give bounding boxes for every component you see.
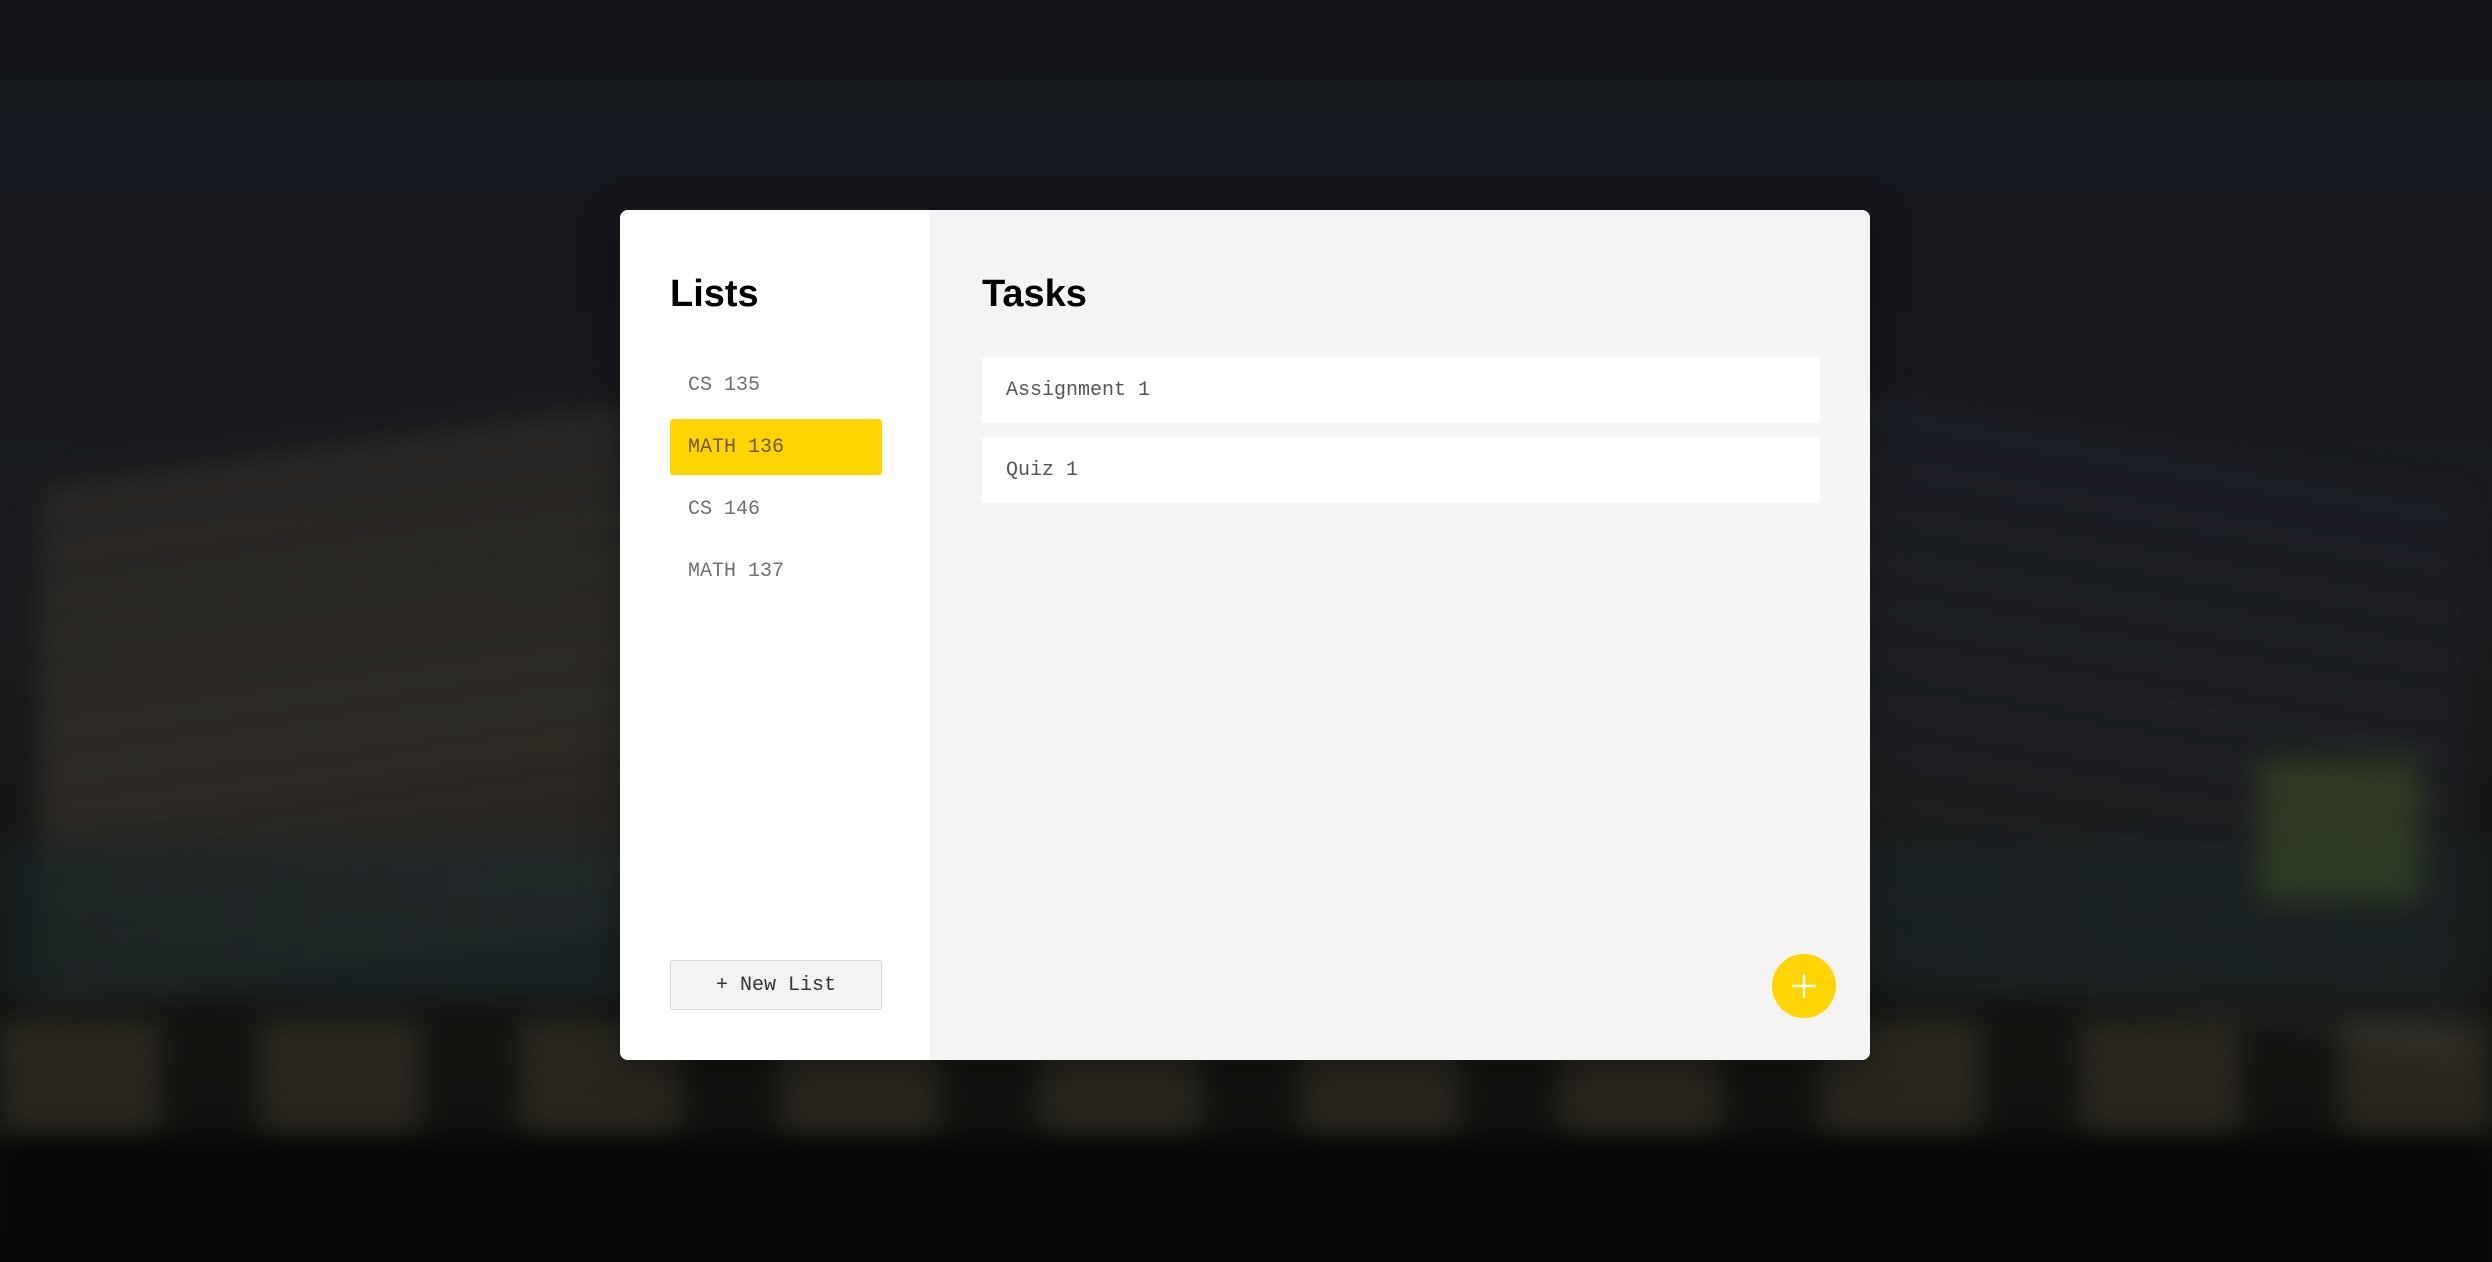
list-item-math-137[interactable]: MATH 137 <box>670 543 882 599</box>
list-item-math-136[interactable]: MATH 136 <box>670 419 882 475</box>
lists-sidebar: Lists CS 135 MATH 136 CS 146 MATH 137 + … <box>620 210 930 1060</box>
list-item-cs-135[interactable]: CS 135 <box>670 357 882 413</box>
new-list-button[interactable]: + New List <box>670 960 882 1010</box>
lists-container: CS 135 MATH 136 CS 146 MATH 137 <box>670 357 882 599</box>
tasks-panel: Tasks Assignment 1 Quiz 1 <box>930 210 1870 1060</box>
list-item-cs-146[interactable]: CS 146 <box>670 481 882 537</box>
task-item-quiz-1[interactable]: Quiz 1 <box>982 437 1820 503</box>
add-task-button[interactable] <box>1772 954 1836 1018</box>
todo-card: Lists CS 135 MATH 136 CS 146 MATH 137 + … <box>620 210 1870 1060</box>
tasks-heading: Tasks <box>982 273 1087 315</box>
lists-heading: Lists <box>670 273 759 315</box>
plus-icon <box>1791 973 1817 999</box>
task-item-assignment-1[interactable]: Assignment 1 <box>982 357 1820 423</box>
tasks-container: Assignment 1 Quiz 1 <box>982 357 1820 503</box>
